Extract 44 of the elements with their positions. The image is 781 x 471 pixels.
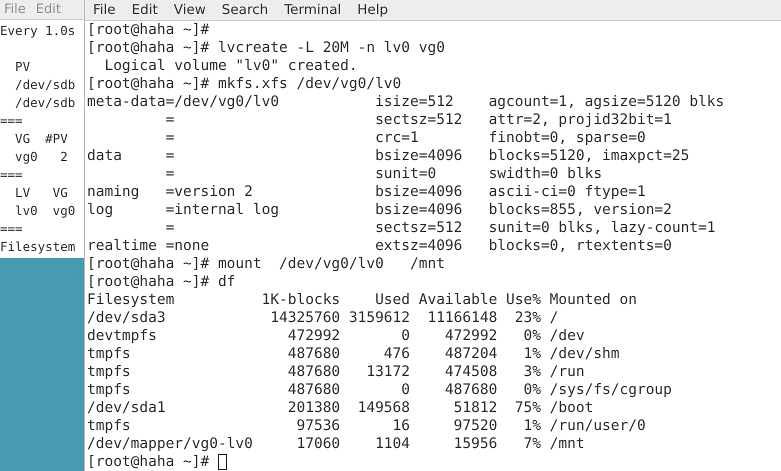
terminal-line: LV VG <box>14 184 68 202</box>
menu-item[interactable]: File <box>93 0 116 20</box>
terminal-line: === <box>0 112 23 130</box>
terminal-line: Logical volume "lv0" created. <box>103 57 358 75</box>
terminal-line: [root@haha ~]# mkfs.xfs /dev/vg0/lv0 <box>87 75 402 93</box>
terminal-line: = sectsz=512 sunit=0 blks, lazy-count=1 <box>164 219 716 237</box>
menu-item[interactable]: Search <box>222 0 268 20</box>
terminal-line: /dev/mapper/vg0-lv0 17060 1104 15956 7% /mnt <box>87 435 585 453</box>
terminal-line: /dev/sda3 14325760 3159612 11166148 23% / <box>87 309 558 327</box>
terminal-line: = crc=1 finobt=0, sparse=0 <box>164 129 646 147</box>
terminal-line: tmpfs 487680 0 487680 0% /sys/fs/cgroup <box>87 381 672 399</box>
terminal-line: [root@haha ~]# mount /dev/vg0/lv0 /mnt <box>87 255 445 273</box>
cursor-icon <box>218 454 228 470</box>
terminal-line: tmpfs 97536 16 97520 1% /run/user/0 <box>87 417 646 435</box>
terminal-line: Filesystem 1K-blocks Used Available Use% Mounted on <box>87 291 637 309</box>
terminal-line: /dev/sdb <box>14 76 76 94</box>
menu-item[interactable]: View <box>174 0 206 20</box>
terminal-line: data = bsize=4096 blocks=5120, imaxpct=25 <box>87 147 690 165</box>
terminal-line: === <box>0 220 23 238</box>
terminal-line: tmpfs 487680 476 487204 1% /dev/shm <box>87 345 620 363</box>
terminal-line: /dev/sdb <box>14 94 76 112</box>
terminal-line: [root@haha ~]# df <box>87 273 236 291</box>
terminal-line: Every 1.0s <box>0 22 76 40</box>
terminal-line: vg0 2 <box>14 148 68 166</box>
terminal-prompt: [root@haha ~]# <box>87 453 210 471</box>
terminal-line: lv0 vg0 <box>14 202 76 220</box>
menu-item[interactable]: Edit <box>132 0 158 20</box>
terminal-line: = sunit=0 swidth=0 blks <box>164 165 602 183</box>
terminal-line: [root@haha ~]# lvcreate -L 20M -n lv0 vg0 <box>87 39 445 57</box>
terminal-line: VG #PV <box>14 130 68 148</box>
terminal-line: [root@haha ~]# <box>87 21 210 39</box>
terminal-line: = sectsz=512 attr=2, projid32bit=1 <box>164 111 672 129</box>
terminal-line: naming =version 2 bsize=4096 ascii-ci=0 ftype=1 <box>87 183 646 201</box>
terminal-line: PV <box>14 58 30 76</box>
menu-item[interactable]: Terminal <box>284 0 342 20</box>
terminal-line: meta-data=/dev/vg0/lv0 isize=512 agcount=1, agsize=5120 blks <box>87 93 724 111</box>
terminal-line: /dev/sda1 201380 149568 51812 75% /boot <box>87 399 594 417</box>
terminal-line: devtmpfs 472992 0 472992 0% /dev <box>87 327 585 345</box>
terminal-line: log =internal log bsize=4096 blocks=855, version=2 <box>87 201 672 219</box>
terminal-line: === <box>0 166 23 184</box>
terminal-line: realtime =none extsz=4096 blocks=0, rtextents=0 <box>87 237 672 255</box>
terminal-line: tmpfs 487680 13172 474508 3% /run <box>87 363 585 381</box>
menu-item[interactable]: Help <box>357 0 388 20</box>
terminal-line: Filesystem <box>0 238 76 256</box>
